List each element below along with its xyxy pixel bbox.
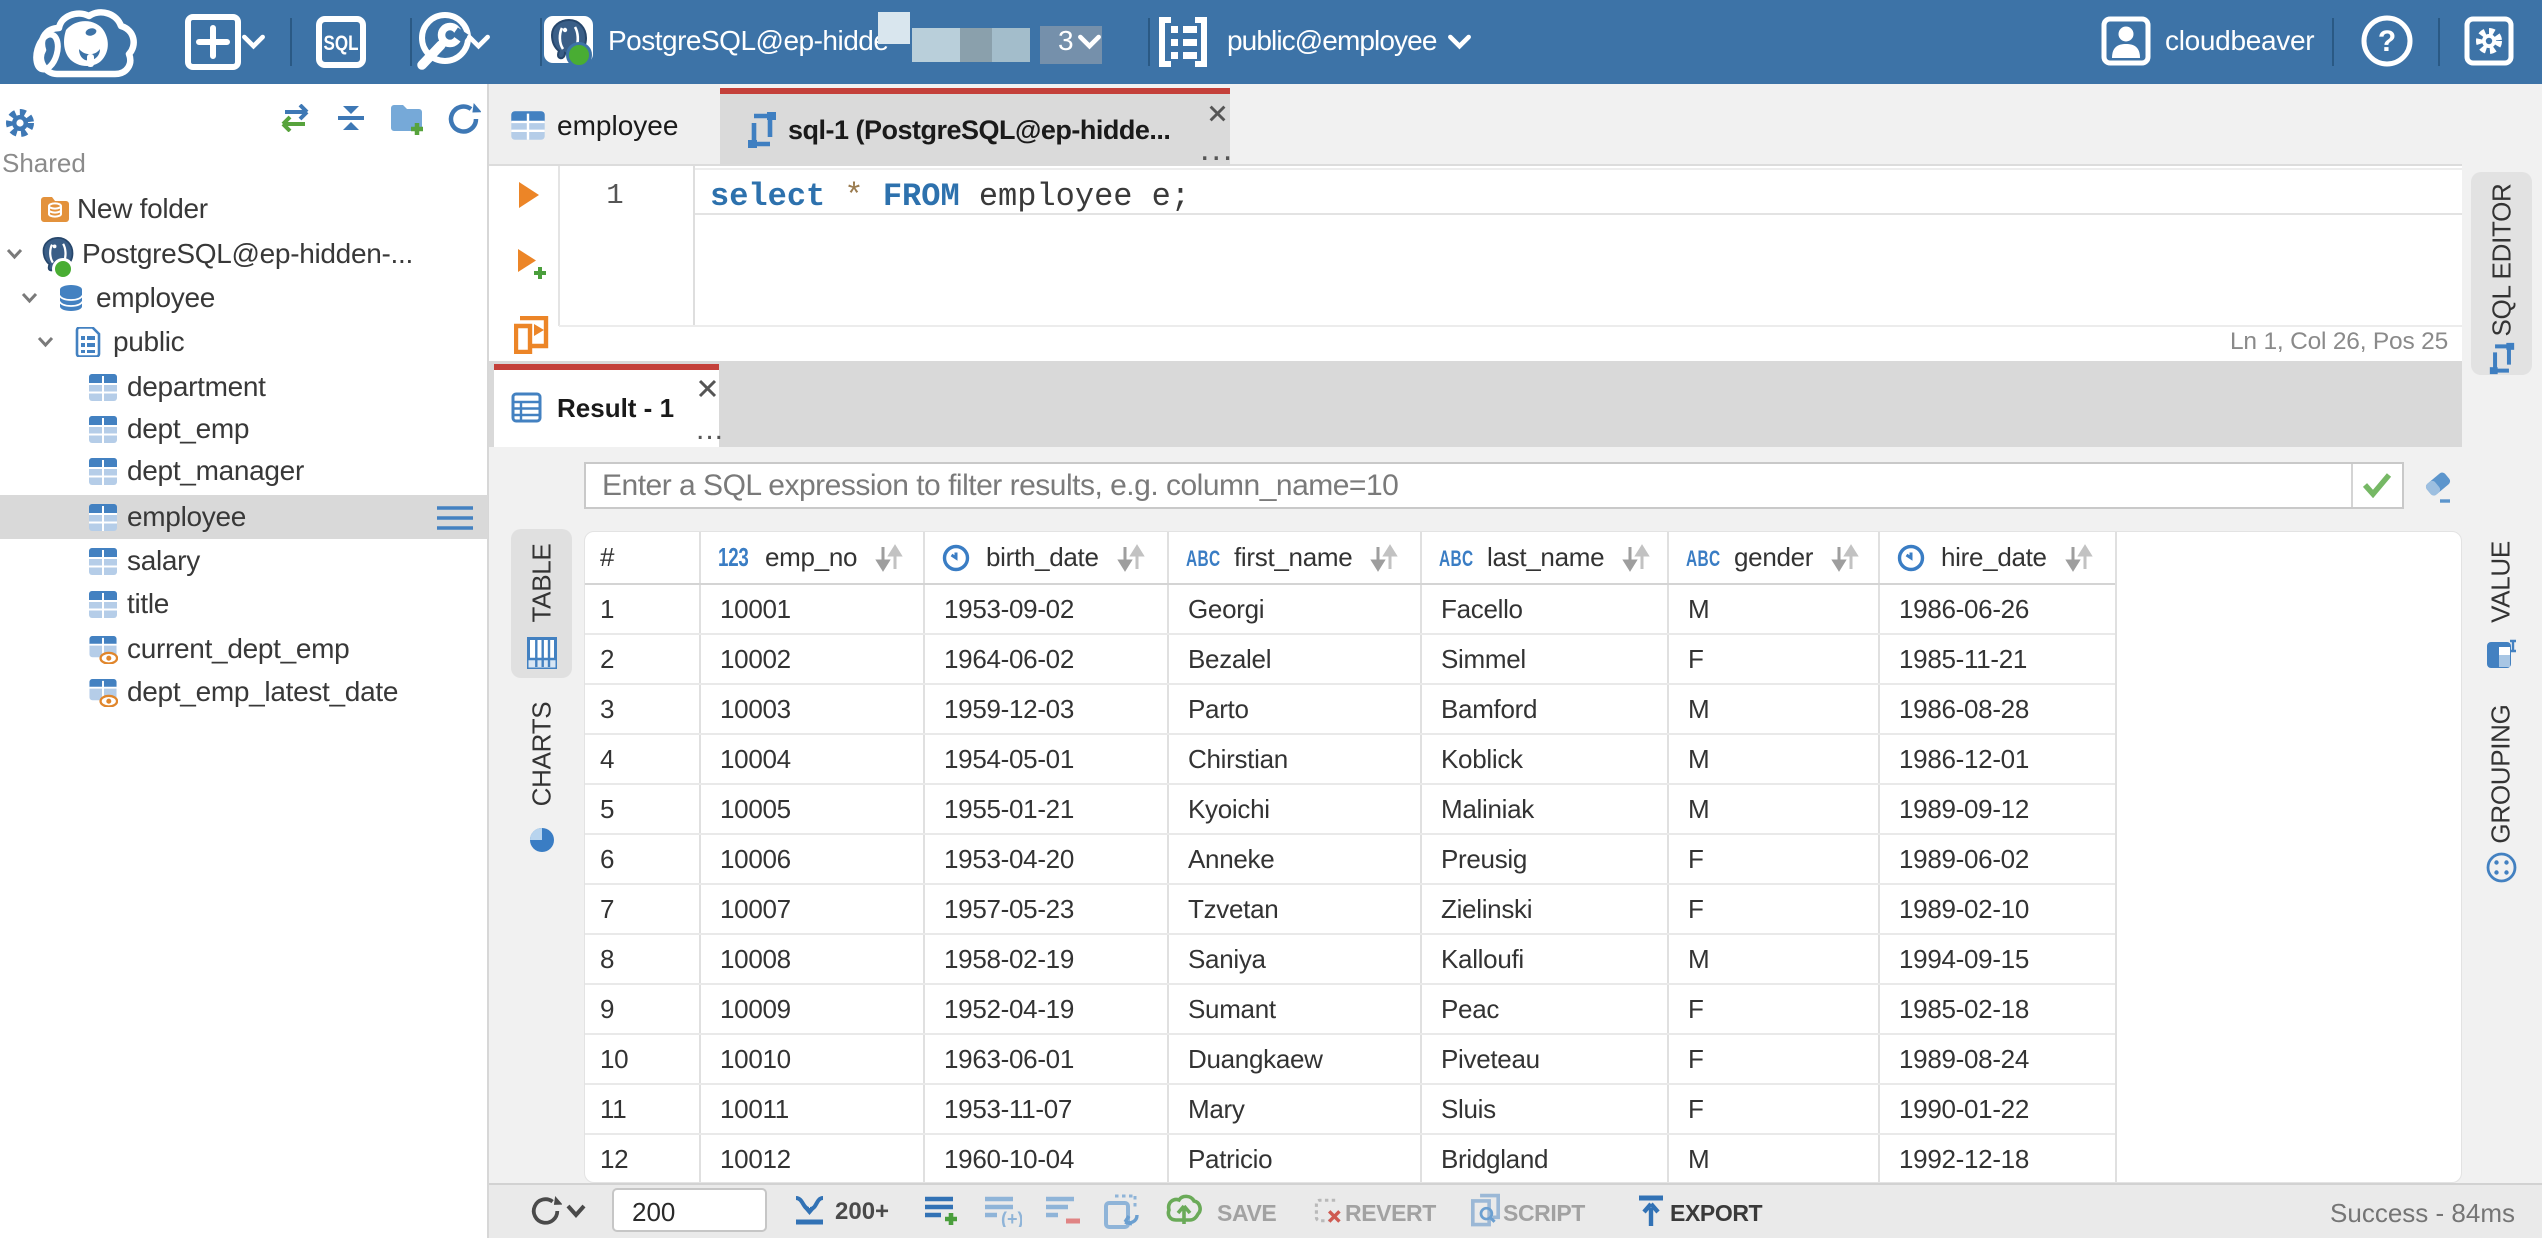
svg-text:(+): (+) — [1001, 1209, 1022, 1227]
svg-text:?: ? — [2378, 25, 2396, 58]
svg-text:SQL: SQL — [324, 32, 359, 55]
